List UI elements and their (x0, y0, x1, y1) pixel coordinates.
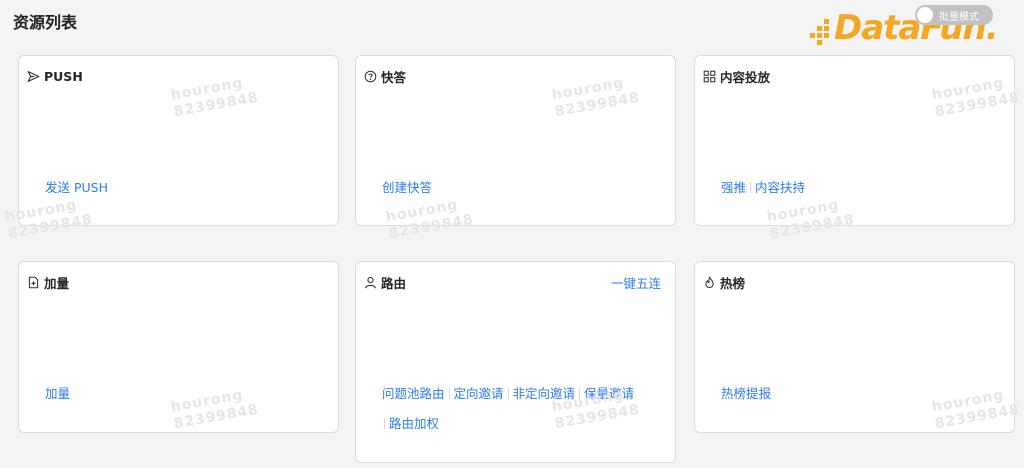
batch-mode-toggle[interactable]: 批量模式 (915, 5, 993, 25)
card-links: 强推 内容扶持 (721, 180, 805, 196)
card-title: PUSH (44, 68, 83, 84)
guaranteed-invite-link[interactable]: 保量邀请 (584, 386, 634, 401)
link-divider (507, 388, 509, 399)
hot-list-submit-link[interactable]: 热榜提报 (721, 386, 771, 401)
create-kuaida-link[interactable]: 创建快答 (382, 180, 432, 195)
send-icon (27, 70, 40, 82)
card-links-row-1: 问题池路由 定向邀请 非定向邀请 保量邀请 (382, 386, 634, 402)
routing-weight-link[interactable]: 路由加权 (389, 416, 439, 431)
page-title: 资源列表 (13, 13, 78, 32)
card-boost: 加量 加量 (18, 261, 339, 433)
grid-icon (703, 70, 716, 82)
card-routing: 路由 一键五连 问题池路由 定向邀请 非定向邀请 保量邀请 路由加权 (355, 261, 676, 463)
link-divider (750, 182, 752, 193)
card-header: 路由 一键五连 (364, 273, 661, 292)
flame-icon (705, 276, 714, 288)
card-kuaida: 快答 创建快答 (355, 55, 676, 226)
card-title: 内容投放 (720, 69, 771, 85)
link-divider (579, 388, 581, 399)
card-header: 内容投放 (703, 68, 1000, 85)
question-pool-routing-link[interactable]: 问题池路由 (382, 386, 445, 401)
card-hot-list: 热榜 热榜提报 (694, 261, 1015, 433)
card-links: 热榜提报 (721, 386, 771, 402)
boost-link[interactable]: 加量 (45, 386, 70, 401)
content-support-link[interactable]: 内容扶持 (755, 180, 805, 195)
link-divider (384, 418, 385, 429)
card-links: 加量 (45, 386, 70, 402)
card-title: 路由 (381, 275, 407, 291)
card-title: 快答 (381, 69, 407, 85)
targeted-invite-link[interactable]: 定向邀请 (454, 386, 504, 401)
link-divider (448, 388, 450, 399)
card-title: 热榜 (720, 275, 746, 291)
card-header: 快答 (364, 68, 661, 85)
card-header: 热榜 (703, 274, 1000, 291)
question-circle-icon (364, 70, 377, 82)
batch-mode-label: 批量模式 (939, 11, 979, 23)
untargeted-invite-link[interactable]: 非定向邀请 (513, 386, 576, 401)
card-links: 发送 PUSH (45, 180, 108, 196)
resource-list-page: 资源列表 DataFun. 批量模式 PUSH 发送 PUSH 快答 创建快答 … (0, 0, 1024, 468)
card-content-delivery: 内容投放 强推 内容扶持 (694, 55, 1015, 226)
card-header: PUSH (27, 68, 324, 84)
send-push-link[interactable]: 发送 PUSH (45, 180, 108, 195)
toggle-knob (917, 7, 933, 23)
force-push-link[interactable]: 强推 (721, 180, 746, 195)
card-links-row-2: 路由加权 (384, 416, 439, 432)
user-icon (365, 276, 376, 288)
card-push: PUSH 发送 PUSH (18, 55, 339, 226)
card-title: 加量 (44, 275, 70, 291)
file-plus-icon (28, 276, 39, 288)
card-header: 加量 (27, 274, 324, 291)
card-links: 创建快答 (382, 180, 432, 196)
one-click-five-link[interactable]: 一键五连 (611, 273, 661, 292)
